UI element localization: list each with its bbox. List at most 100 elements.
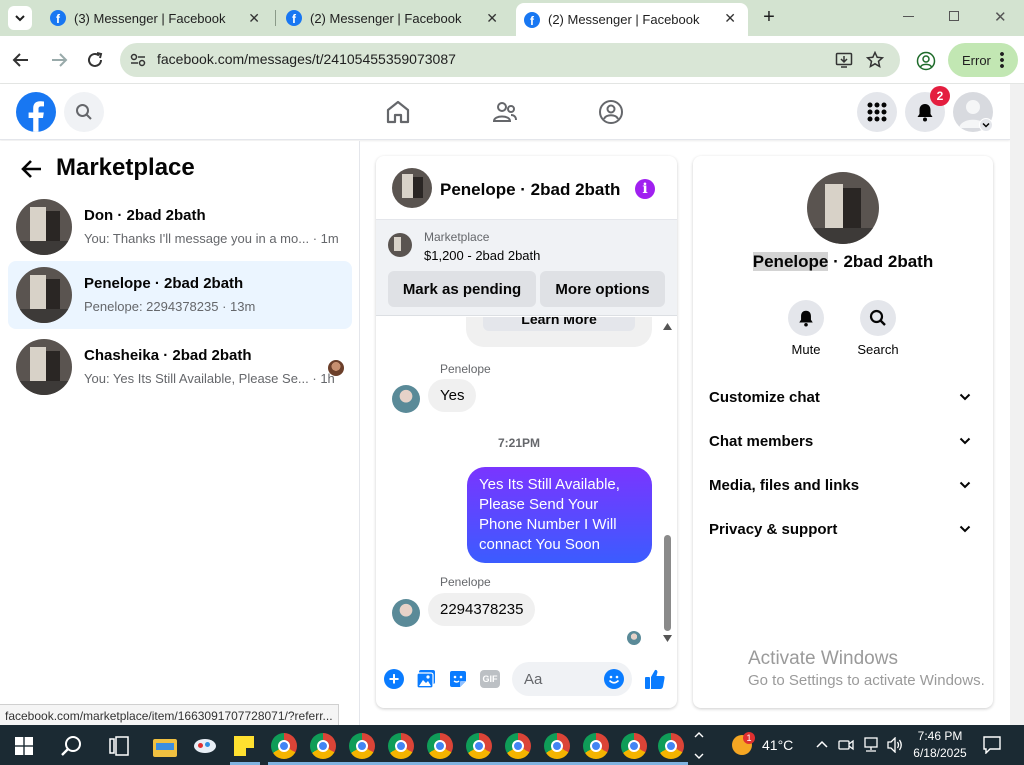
chrome-app-11[interactable]	[658, 733, 684, 759]
listing-image[interactable]	[388, 233, 412, 257]
taskbar-scroll-down-icon[interactable]	[694, 753, 704, 759]
sticker-icon[interactable]	[448, 669, 468, 689]
learn-more-button[interactable]: Learn More	[483, 317, 635, 331]
volume-icon[interactable]	[886, 737, 904, 753]
conversation-item-penelope[interactable]: Penelope · 2bad 2bath Penelope: 22943782…	[8, 261, 352, 329]
mark-as-pending-button[interactable]: Mark as pending	[388, 271, 536, 307]
more-actions-button[interactable]: +	[384, 669, 404, 689]
account-icon[interactable]	[916, 51, 936, 71]
chat-title[interactable]: Penelope · 2bad 2bath	[440, 180, 620, 200]
chevron-down-icon	[959, 525, 971, 533]
new-tab-button[interactable]: +	[758, 6, 780, 28]
tab-search-dropdown[interactable]	[8, 6, 32, 30]
file-explorer-app[interactable]	[153, 733, 179, 759]
media-files-links-section[interactable]: Media, files and links	[709, 477, 979, 501]
browser-tab-bar: f (3) Messenger | Facebook ✕ f (2) Messe…	[0, 0, 1024, 36]
home-icon[interactable]	[385, 99, 411, 125]
close-window-icon[interactable]: ✕	[994, 8, 1007, 26]
taskbar-search-icon[interactable]	[60, 734, 84, 758]
friends-icon[interactable]	[492, 99, 518, 125]
close-tab-icon[interactable]: ✕	[486, 10, 498, 27]
chrome-app-8[interactable]	[544, 733, 570, 759]
minimize-window-icon[interactable]	[903, 16, 914, 17]
page-scrollbar-track[interactable]	[1010, 84, 1024, 725]
search-in-chat-button[interactable]	[860, 300, 896, 336]
show-hidden-icons-chevron[interactable]	[816, 740, 828, 748]
account-dropdown-chevron[interactable]	[979, 118, 993, 132]
chat-members-section[interactable]: Chat members	[709, 433, 979, 457]
close-tab-icon[interactable]: ✕	[724, 10, 736, 27]
link-status-bar: facebook.com/marketplace/item/1663091707…	[0, 704, 339, 725]
back-arrow-icon[interactable]	[21, 159, 43, 179]
mute-action[interactable]: Mute	[781, 300, 831, 357]
network-icon[interactable]	[862, 737, 880, 753]
bookmark-star-icon[interactable]	[866, 51, 884, 69]
chat-info-button[interactable]: i	[635, 179, 655, 199]
facebook-logo[interactable]	[16, 92, 56, 132]
chrome-app-1[interactable]	[271, 733, 297, 759]
taskbar-scroll-up-icon[interactable]	[694, 732, 704, 738]
chrome-app-6[interactable]	[466, 733, 492, 759]
listing-label: Marketplace	[424, 230, 490, 244]
chrome-app-4[interactable]	[388, 733, 414, 759]
back-arrow-icon[interactable]	[12, 51, 30, 69]
browser-toolbar: facebook.com/messages/t/2410545535907308…	[0, 36, 1024, 84]
chrome-app-9[interactable]	[583, 733, 609, 759]
url-bar[interactable]: facebook.com/messages/t/2410545535907308…	[120, 43, 900, 77]
incoming-message: 2294378235	[428, 593, 536, 626]
chrome-app-7[interactable]	[505, 733, 531, 759]
details-avatar[interactable]	[807, 172, 879, 244]
message-list[interactable]: Learn More Penelope Yes 7:21PM Yes Its S…	[376, 317, 677, 647]
install-app-icon[interactable]	[835, 51, 853, 69]
more-options-button[interactable]: More options	[540, 271, 665, 307]
conversation-item-don[interactable]: Don · 2bad 2bath You: Thanks I'll messag…	[8, 193, 352, 261]
listing-price-title[interactable]: $1,200 - 2bad 2bath	[424, 248, 540, 263]
conversation-name: Penelope · 2bad 2bath	[84, 275, 244, 292]
windows-start-icon[interactable]	[15, 737, 33, 755]
photo-icon[interactable]	[416, 669, 436, 689]
browser-tab-3-active[interactable]: f (2) Messenger | Facebook ✕	[516, 3, 748, 36]
site-settings-icon[interactable]	[130, 52, 146, 68]
menu-button[interactable]	[857, 92, 897, 132]
reload-icon[interactable]	[86, 51, 104, 69]
meet-now-icon[interactable]	[838, 737, 854, 753]
customize-chat-section[interactable]: Customize chat	[709, 389, 979, 413]
chat-avatar[interactable]	[392, 168, 432, 208]
chat-scrollbar-thumb[interactable]	[664, 535, 671, 631]
close-tab-icon[interactable]: ✕	[248, 10, 260, 27]
chrome-app-5[interactable]	[427, 733, 453, 759]
section-label: Customize chat	[709, 389, 820, 406]
chrome-app-10[interactable]	[621, 733, 647, 759]
message-input-placeholder: Aa	[524, 671, 543, 688]
scroll-down-arrow-icon[interactable]	[663, 635, 672, 642]
search-action[interactable]: Search	[852, 300, 904, 357]
message-input[interactable]: Aa	[512, 662, 632, 696]
listing-thumbnail	[16, 199, 72, 255]
task-view-icon[interactable]	[109, 736, 129, 756]
notification-center-icon[interactable]	[982, 736, 1002, 754]
conversation-item-chasheika[interactable]: Chasheika · 2bad 2bath You: Yes Its Stil…	[8, 333, 352, 401]
chrome-app-2[interactable]	[310, 733, 336, 759]
watermark-title: Activate Windows	[748, 648, 898, 669]
smile-icon	[608, 675, 620, 684]
gif-button[interactable]: GIF	[480, 670, 500, 688]
groups-icon[interactable]	[598, 99, 624, 125]
browser-tab-2[interactable]: f (2) Messenger | Facebook ✕	[278, 0, 510, 36]
sticky-notes-app[interactable]	[232, 733, 258, 759]
forward-arrow-icon[interactable]	[50, 51, 68, 69]
paint-app[interactable]	[192, 733, 218, 759]
emoji-button[interactable]	[604, 669, 624, 689]
weather-badge-count: 1	[746, 733, 752, 743]
scroll-up-arrow-icon[interactable]	[663, 323, 672, 330]
chrome-app-3[interactable]	[349, 733, 375, 759]
privacy-support-section[interactable]: Privacy & support	[709, 521, 979, 545]
chat-details-panel: Penelope · 2bad 2bath Mute Search Custom…	[693, 156, 993, 708]
clock[interactable]: 7:46 PM 6/18/2025	[910, 728, 970, 762]
restore-window-icon[interactable]	[949, 11, 959, 21]
profile-error-button[interactable]: Error	[948, 43, 1018, 77]
browser-tab-1[interactable]: f (3) Messenger | Facebook ✕	[40, 0, 272, 36]
incoming-message: Yes	[428, 379, 477, 412]
facebook-search-button[interactable]	[64, 92, 104, 132]
mute-button[interactable]	[788, 300, 824, 336]
thumbs-up-icon[interactable]	[644, 668, 666, 690]
